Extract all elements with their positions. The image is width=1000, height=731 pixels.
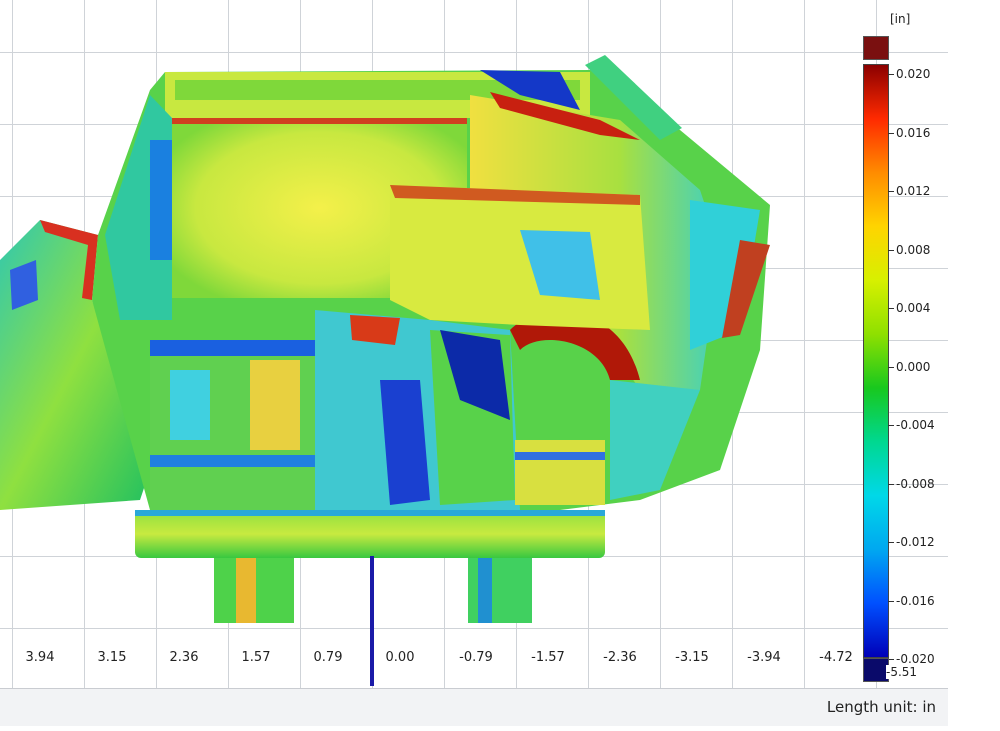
legend-label: -0.020: [896, 652, 935, 666]
legend-tick: [888, 600, 894, 602]
model-lower-left-band: [150, 455, 315, 467]
legend-label: 0.016: [896, 125, 931, 140]
color-legend: [in] 0.020 0.016 0.012 0.008 0.004 0.000 -0.00…: [860, 8, 948, 684]
legend-label: 0.012: [896, 184, 931, 198]
legend-min-value: -5.51: [886, 665, 918, 679]
legend-label: -0.004: [896, 418, 935, 432]
x-tick-label: 0.00: [385, 650, 415, 665]
x-tick-label: -4.72: [819, 650, 853, 665]
legend-above-range-swatch: [863, 36, 889, 60]
model-left-face-blue: [150, 140, 172, 260]
legend-unit-label: [in]: [890, 12, 911, 26]
legend-label: -0.016: [896, 593, 935, 608]
legend-colorbar: [863, 64, 889, 658]
x-tick-label: -3.94: [747, 650, 781, 665]
model-lower-middle-red: [350, 315, 400, 345]
x-tick-label: 3.15: [97, 650, 127, 665]
legend-tick: [888, 308, 894, 309]
model-lower-left-cyan: [170, 370, 210, 440]
model-lower-right-box: [515, 440, 605, 505]
legend-tick: [888, 249, 894, 251]
legend-tick: [888, 132, 894, 134]
model-leg-right-shade: [478, 555, 492, 623]
legend-tick: [888, 425, 894, 426]
x-tick-label: -0.79: [459, 650, 493, 665]
model-inner-panel: [390, 185, 650, 330]
legend-label: 0.004: [896, 301, 931, 315]
legend-label: 0.008: [896, 242, 931, 257]
length-unit-label: Length unit: in: [826, 698, 936, 716]
legend-tick: [888, 366, 894, 368]
legend-tick: [888, 483, 894, 485]
legend-label: -0.008: [896, 476, 935, 491]
x-axis-tick-labels: 3.94 3.15 2.36 1.57 0.79 0.00 -0.79 -1.57 -2.36 -…: [0, 650, 948, 674]
x-tick-label: -3.15: [675, 650, 709, 665]
model-base-plate-edge: [135, 510, 605, 516]
model-center-panel-edge: [172, 118, 467, 124]
x-tick-label: 0.79: [313, 650, 343, 665]
model-leg-right: [468, 555, 532, 623]
x-tick-label: 3.94: [25, 650, 55, 665]
model-base-plate: [135, 510, 605, 558]
x-tick-label: 2.36: [169, 650, 199, 665]
legend-tick: [888, 74, 894, 75]
legend-tick: [888, 191, 894, 192]
x-tick-label: 1.57: [241, 650, 271, 665]
model-lower-left-blue: [150, 340, 315, 356]
status-bar: Length unit: in: [0, 688, 948, 726]
model-lower-right-band: [515, 452, 605, 460]
x-tick-label: -1.57: [531, 650, 565, 665]
legend-label: 0.020: [896, 67, 931, 81]
deviation-color-map-model[interactable]: [0, 0, 948, 688]
legend-tick: [888, 542, 894, 543]
model-lower-left-yellow: [250, 360, 300, 450]
window-edge: [948, 0, 1000, 731]
x-tick-label: -2.36: [603, 650, 637, 665]
legend-label: 0.000: [896, 359, 931, 374]
model-leg-left-shade: [236, 555, 256, 623]
legend-label: -0.012: [896, 535, 935, 549]
deviation-viewport[interactable]: 3.94 3.15 2.36 1.57 0.79 0.00 -0.79 -1.57 -2.36 -…: [0, 0, 948, 688]
